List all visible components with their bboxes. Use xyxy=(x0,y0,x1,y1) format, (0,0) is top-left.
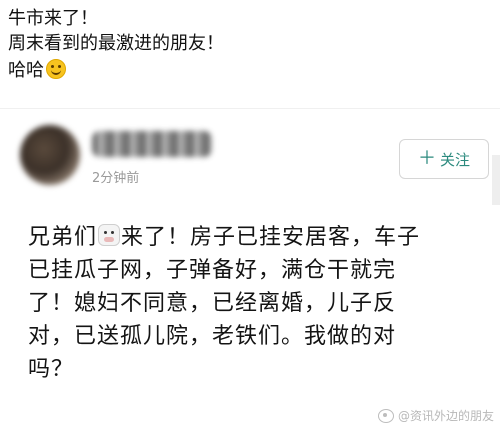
caption-line-3: 哈哈 xyxy=(8,56,488,83)
caption-line-1: 牛市来了！ xyxy=(8,8,98,29)
post-line-5: 吗？ xyxy=(28,357,75,382)
post-card: 2分钟前 ＋ 关注 兄弟们 来了！房子已挂安居客，车子 已挂瓜子网，子弹备好，满仓… xyxy=(0,108,500,432)
watermark: @资讯外边的朋友 xyxy=(377,407,494,424)
watermark-text: @资讯外边的朋友 xyxy=(397,409,494,423)
follow-label: 关注 xyxy=(439,150,470,169)
caption: 牛市来了！ 周末看到的最激进的朋友！ 哈哈 xyxy=(8,6,488,83)
caption-line-3-text: 哈哈 xyxy=(8,60,44,81)
avatar[interactable] xyxy=(20,125,80,185)
post-line-2: 已挂瓜子网，子弹备好，满仓干就完 xyxy=(28,258,397,283)
post-time: 2分钟前 xyxy=(92,171,140,186)
post-line-1-after: 来了！房子已挂安居客，车子 xyxy=(121,225,421,250)
username-blurred[interactable] xyxy=(92,131,212,157)
post-body: 兄弟们 来了！房子已挂安居客，车子 已挂瓜子网，子弹备好，满仓干就完 了！媳妇不同… xyxy=(28,221,500,386)
post-line-1-before: 兄弟们 xyxy=(28,225,98,250)
post-line-4: 对，已送孤儿院，老铁们。我做的对 xyxy=(28,324,397,349)
post-line-3: 了！媳妇不同意，已经离婚，儿子反 xyxy=(28,291,397,316)
cow-emoji-icon xyxy=(98,224,121,246)
smile-emoji-icon xyxy=(46,59,66,79)
plus-icon: ＋ xyxy=(417,148,436,169)
post-line-1: 兄弟们 来了！房子已挂安居客，车子 xyxy=(28,221,500,254)
weibo-icon xyxy=(377,408,394,423)
caption-line-2: 周末看到的最激进的朋友！ xyxy=(8,33,224,54)
follow-button[interactable]: ＋ 关注 xyxy=(399,139,489,179)
side-edge xyxy=(492,155,500,205)
